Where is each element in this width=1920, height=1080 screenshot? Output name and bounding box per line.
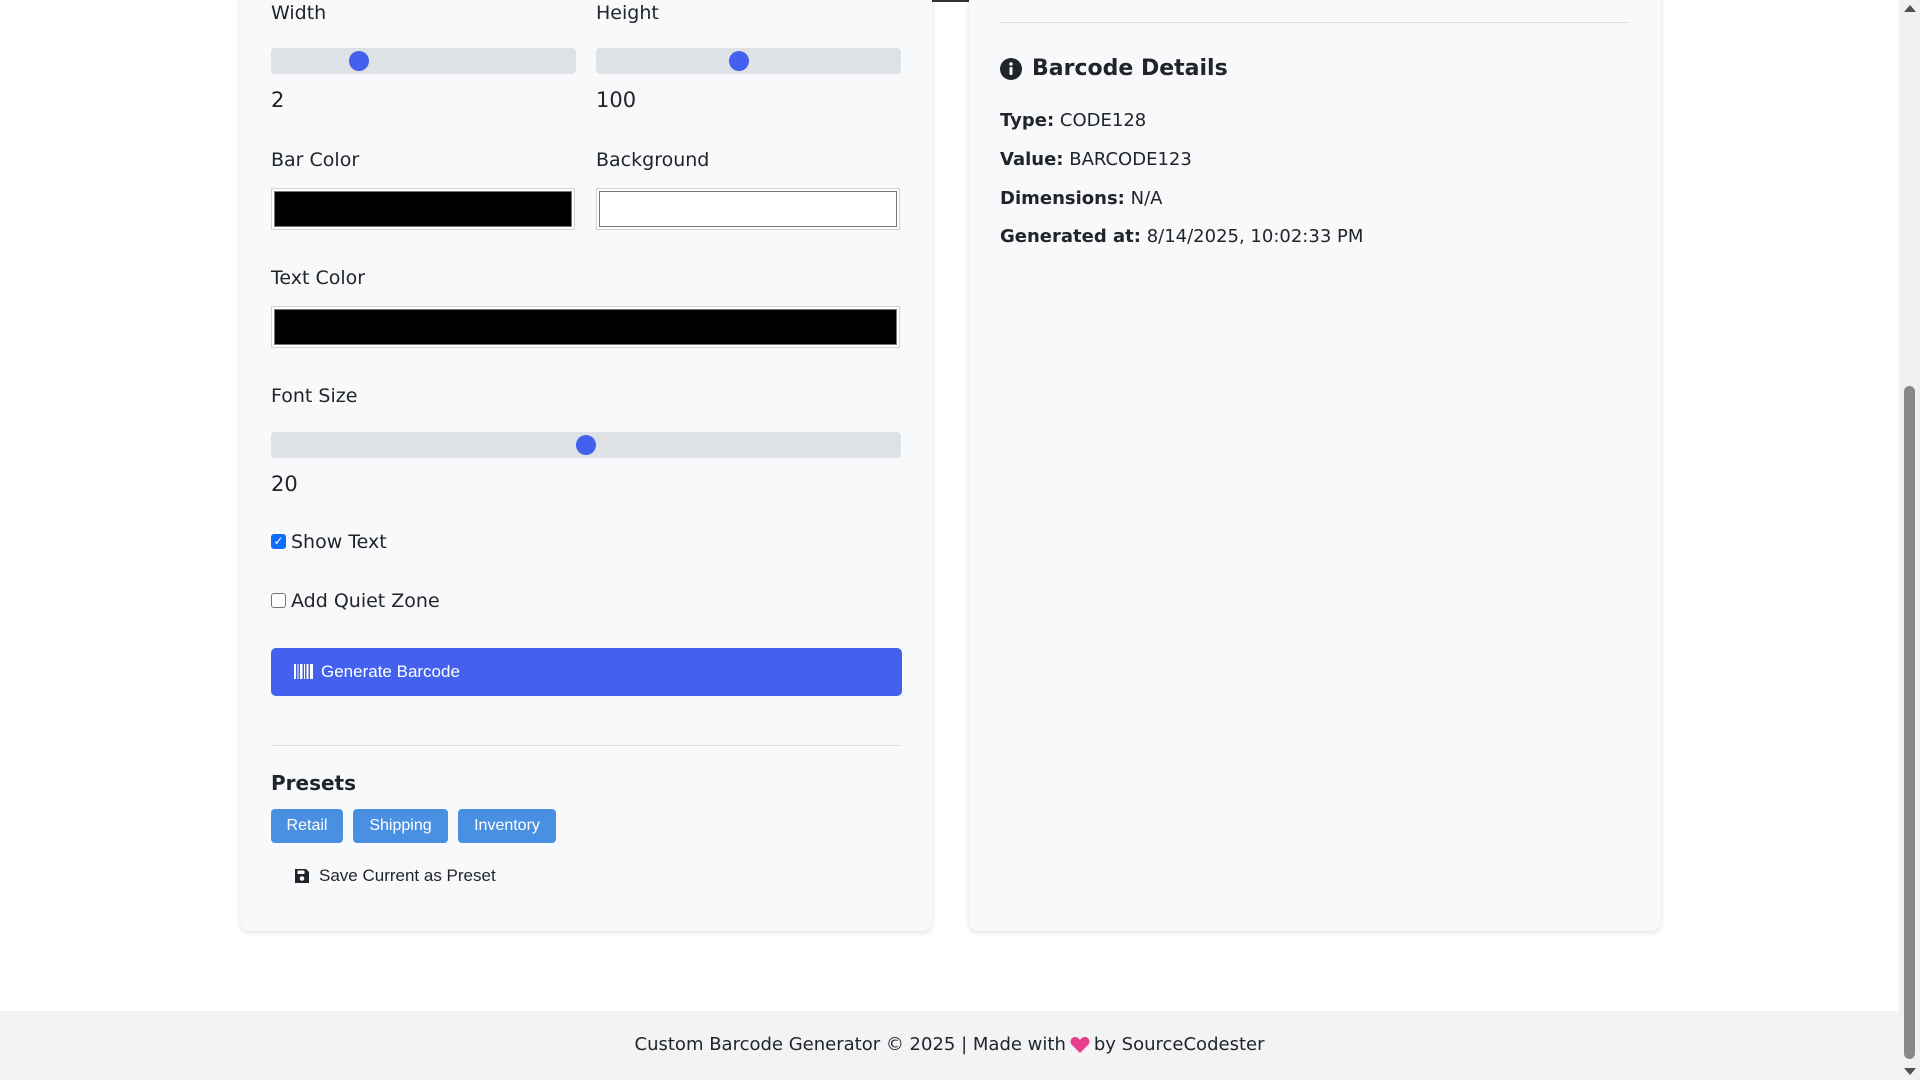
floppy-disk-icon bbox=[295, 869, 309, 883]
font-size-value: 20 bbox=[271, 472, 298, 496]
scrollbar-thumb[interactable] bbox=[1904, 386, 1915, 1059]
presets-divider bbox=[271, 745, 902, 746]
footer-suffix: by SourceCodester bbox=[1093, 1034, 1265, 1055]
presets-title: Presets bbox=[271, 771, 357, 795]
detail-dimensions: Dimensions: N/A bbox=[1000, 188, 1162, 209]
detail-type-value: CODE128 bbox=[1059, 110, 1147, 131]
font-size-slider[interactable] bbox=[271, 432, 901, 458]
bar-color-swatch bbox=[274, 191, 572, 227]
background-label: Background bbox=[596, 149, 710, 171]
details-title: Barcode Details bbox=[1032, 56, 1228, 81]
detail-type: Type: CODE128 bbox=[1000, 110, 1146, 131]
detail-value-value: BARCODE123 bbox=[1069, 149, 1192, 170]
generate-barcode-label: Generate Barcode bbox=[321, 662, 460, 681]
footer: Custom Barcode Generator © 2025 | Made w… bbox=[0, 1011, 1899, 1080]
vertical-scrollbar[interactable] bbox=[1899, 0, 1920, 1080]
barcode-icon bbox=[294, 664, 313, 679]
page: Width 2 Height 100 Bar Color Background … bbox=[0, 0, 1899, 1080]
info-circle-icon bbox=[1000, 58, 1022, 80]
quiet-zone-checkbox[interactable] bbox=[271, 593, 286, 608]
background-color-picker[interactable] bbox=[596, 188, 900, 230]
heart-icon bbox=[1070, 1037, 1090, 1053]
detail-type-label: Type: bbox=[1000, 110, 1055, 131]
text-color-label: Text Color bbox=[271, 267, 366, 289]
font-size-label: Font Size bbox=[271, 385, 358, 407]
height-slider-thumb[interactable] bbox=[729, 51, 750, 71]
text-color-swatch bbox=[274, 309, 897, 345]
details-card bbox=[969, 0, 1661, 931]
font-size-slider-thumb[interactable] bbox=[576, 435, 596, 455]
width-slider-thumb[interactable] bbox=[349, 51, 370, 71]
save-preset-label: Save Current as Preset bbox=[319, 866, 496, 885]
bar-color-label: Bar Color bbox=[271, 149, 360, 171]
scroll-up-arrow-icon[interactable] bbox=[1904, 5, 1916, 12]
height-label: Height bbox=[596, 2, 659, 24]
height-slider[interactable] bbox=[596, 48, 901, 74]
height-value: 100 bbox=[596, 88, 637, 112]
detail-dimensions-value: N/A bbox=[1130, 188, 1163, 209]
bar-color-picker[interactable] bbox=[271, 188, 575, 230]
detail-value-label: Value: bbox=[1000, 149, 1064, 170]
footer-prefix: Custom Barcode Generator © 2025 | Made w… bbox=[634, 1034, 1066, 1055]
quiet-zone-label[interactable]: Add Quiet Zone bbox=[291, 590, 440, 612]
detail-value: Value: BARCODE123 bbox=[1000, 149, 1192, 170]
width-slider[interactable] bbox=[271, 48, 576, 74]
detail-generated-label: Generated at: bbox=[1000, 226, 1141, 247]
show-text-checkbox[interactable]: ✓ bbox=[271, 534, 286, 549]
generate-barcode-button[interactable]: Generate Barcode bbox=[271, 648, 902, 696]
background-color-swatch bbox=[599, 191, 897, 227]
preset-inventory-button[interactable]: Inventory bbox=[458, 809, 556, 843]
preset-retail-button[interactable]: Retail bbox=[271, 809, 343, 843]
detail-dimensions-label: Dimensions: bbox=[1000, 188, 1125, 209]
scroll-down-arrow-icon[interactable] bbox=[1904, 1068, 1916, 1075]
details-divider bbox=[1000, 22, 1630, 23]
detail-generated-value: 8/14/2025, 10:02:33 PM bbox=[1146, 226, 1364, 247]
show-text-label[interactable]: Show Text bbox=[291, 531, 387, 553]
preset-shipping-button[interactable]: Shipping bbox=[353, 809, 448, 843]
width-value: 2 bbox=[271, 88, 285, 112]
detail-generated: Generated at: 8/14/2025, 10:02:33 PM bbox=[1000, 226, 1363, 247]
width-label: Width bbox=[271, 2, 327, 24]
text-color-picker[interactable] bbox=[271, 306, 900, 348]
